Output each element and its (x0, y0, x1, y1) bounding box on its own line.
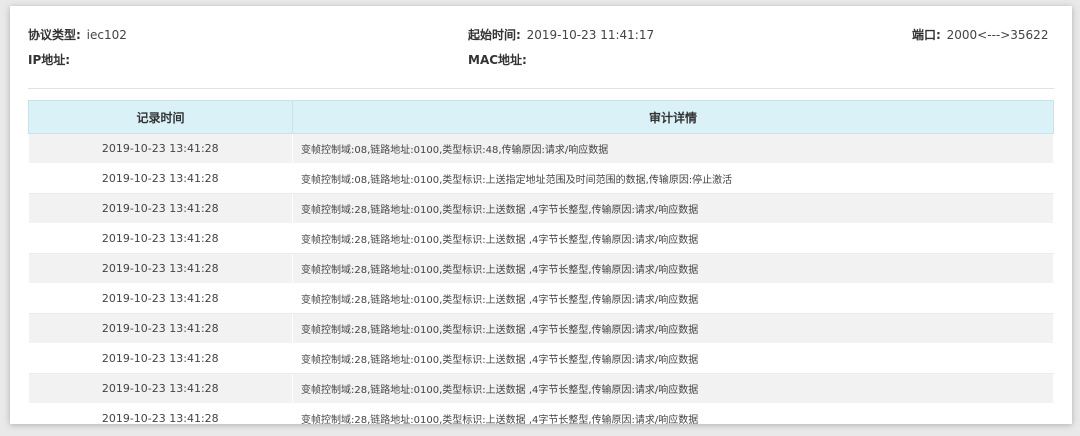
audit-detail-cell: 变帧控制域:28,链路地址:0100,类型标识:上送数据 ,4字节长整型,传输原… (292, 223, 1054, 254)
column-header-record-time[interactable]: 记录时间 (28, 100, 293, 134)
protocol-type-label: 协议类型: (28, 28, 81, 42)
audit-table-container[interactable]: 记录时间 审计详情 2019-10-23 13:41:28 变帧控制域:08,链路… (28, 100, 1054, 424)
record-time-cell: 2019-10-23 13:41:28 (28, 343, 293, 374)
column-header-audit-detail[interactable]: 审计详情 (292, 100, 1054, 134)
audit-detail-cell: 变帧控制域:28,链路地址:0100,类型标识:上送数据 ,4字节长整型,传输原… (292, 193, 1054, 224)
port-value: 2000<--->35622 (946, 28, 1049, 42)
record-time-cell: 2019-10-23 13:41:28 (28, 163, 293, 194)
audit-table: 记录时间 审计详情 2019-10-23 13:41:28 变帧控制域:08,链路… (28, 100, 1054, 424)
table-row[interactable]: 2019-10-23 13:41:28 变帧控制域:28,链路地址:0100,类型… (28, 283, 1054, 314)
protocol-type-value: iec102 (86, 28, 127, 42)
table-row[interactable]: 2019-10-23 13:41:28 变帧控制域:08,链路地址:0100,类型… (28, 133, 1054, 164)
audit-detail-cell: 变帧控制域:28,链路地址:0100,类型标识:上送数据 ,4字节长整型,传输原… (292, 403, 1054, 424)
table-row[interactable]: 2019-10-23 13:41:28 变帧控制域:28,链路地址:0100,类型… (28, 223, 1054, 254)
start-time: 起始时间: 2019-10-23 11:41:17 (468, 26, 654, 43)
audit-detail-cell: 变帧控制域:08,链路地址:0100,类型标识:48,传输原因:请求/响应数据 (292, 133, 1054, 164)
table-row[interactable]: 2019-10-23 13:41:28 变帧控制域:28,链路地址:0100,类型… (28, 253, 1054, 284)
record-time-cell: 2019-10-23 13:41:28 (28, 403, 293, 424)
audit-detail-cell: 变帧控制域:28,链路地址:0100,类型标识:上送数据 ,4字节长整型,传输原… (292, 283, 1054, 314)
ip-address: IP地址: (28, 51, 70, 68)
start-time-value: 2019-10-23 11:41:17 (526, 28, 655, 42)
table-row[interactable]: 2019-10-23 13:41:28 变帧控制域:28,链路地址:0100,类型… (28, 403, 1054, 424)
table-row[interactable]: 2019-10-23 13:41:28 变帧控制域:28,链路地址:0100,类型… (28, 373, 1054, 404)
record-time-cell: 2019-10-23 13:41:28 (28, 373, 293, 404)
port-label: 端口: (912, 28, 941, 42)
audit-detail-cell: 变帧控制域:28,链路地址:0100,类型标识:上送数据 ,4字节长整型,传输原… (292, 313, 1054, 344)
mac-address: MAC地址: (468, 51, 527, 68)
table-row[interactable]: 2019-10-23 13:41:28 变帧控制域:28,链路地址:0100,类型… (28, 343, 1054, 374)
record-time-cell: 2019-10-23 13:41:28 (28, 223, 293, 254)
audit-detail-cell: 变帧控制域:28,链路地址:0100,类型标识:上送数据 ,4字节长整型,传输原… (292, 343, 1054, 374)
mac-address-label: MAC地址: (468, 53, 527, 67)
audit-detail-cell: 变帧控制域:28,链路地址:0100,类型标识:上送数据 ,4字节长整型,传输原… (292, 373, 1054, 404)
audit-detail-cell: 变帧控制域:28,链路地址:0100,类型标识:上送数据 ,4字节长整型,传输原… (292, 253, 1054, 284)
table-body: 2019-10-23 13:41:28 变帧控制域:08,链路地址:0100,类型… (28, 133, 1054, 424)
record-time-cell: 2019-10-23 13:41:28 (28, 253, 293, 284)
table-row[interactable]: 2019-10-23 13:41:28 变帧控制域:28,链路地址:0100,类型… (28, 193, 1054, 224)
table-row[interactable]: 2019-10-23 13:41:28 变帧控制域:08,链路地址:0100,类型… (28, 163, 1054, 194)
record-time-cell: 2019-10-23 13:41:28 (28, 133, 293, 164)
start-time-label: 起始时间: (468, 28, 521, 42)
table-header-row: 记录时间 审计详情 (28, 100, 1054, 134)
record-time-cell: 2019-10-23 13:41:28 (28, 313, 293, 344)
session-info: 协议类型: iec102 起始时间: 2019-10-23 11:41:17 端… (10, 6, 1072, 86)
ip-address-label: IP地址: (28, 53, 71, 67)
divider (28, 88, 1054, 89)
record-time-cell: 2019-10-23 13:41:28 (28, 283, 293, 314)
audit-detail-cell: 变帧控制域:08,链路地址:0100,类型标识:上送指定地址范围及时间范围的数据… (292, 163, 1054, 194)
record-time-cell: 2019-10-23 13:41:28 (28, 193, 293, 224)
port: 端口: 2000<--->35622 (912, 26, 1048, 43)
audit-detail-panel: 协议类型: iec102 起始时间: 2019-10-23 11:41:17 端… (10, 6, 1072, 424)
protocol-type: 协议类型: iec102 (28, 26, 127, 43)
table-row[interactable]: 2019-10-23 13:41:28 变帧控制域:28,链路地址:0100,类型… (28, 313, 1054, 344)
